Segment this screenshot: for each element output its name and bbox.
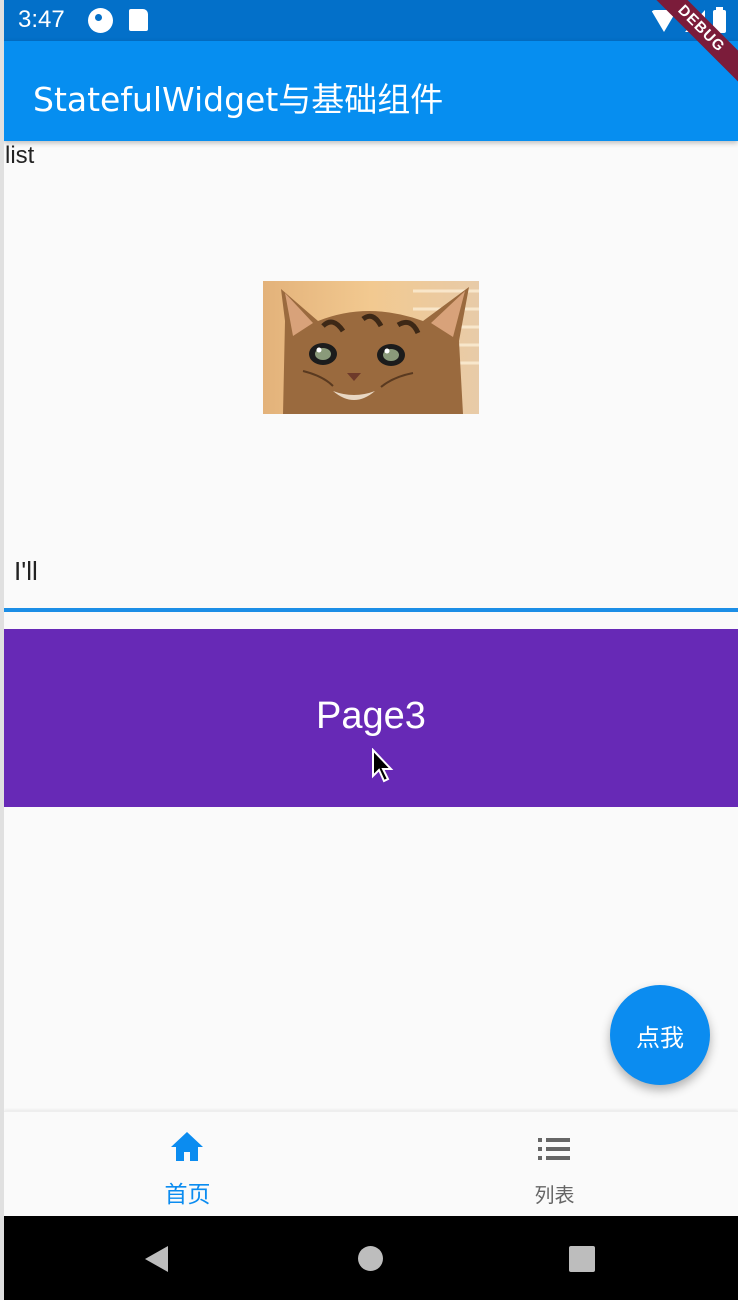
mouse-cursor-icon bbox=[372, 748, 394, 783]
bottom-navigation: 首页 列表 bbox=[4, 1111, 738, 1216]
fab-click-me-button[interactable]: 点我 bbox=[610, 985, 710, 1085]
back-icon[interactable] bbox=[145, 1246, 168, 1272]
t-icon bbox=[88, 8, 113, 33]
status-bar: 3:47 bbox=[4, 0, 738, 41]
cat-image bbox=[263, 281, 479, 414]
page-label: Page3 bbox=[316, 695, 426, 737]
home-icon bbox=[171, 1132, 203, 1161]
page-title: StatefulWidget与基础组件 bbox=[33, 80, 444, 119]
list-icon bbox=[538, 1138, 570, 1160]
status-time: 3:47 bbox=[18, 6, 65, 33]
text-input[interactable]: I'll bbox=[4, 545, 738, 612]
system-navigation-bar bbox=[4, 1216, 738, 1300]
text-input-value: I'll bbox=[14, 556, 38, 586]
tab-home-label: 首页 bbox=[164, 1182, 211, 1208]
app-bar: StatefulWidget与基础组件 bbox=[4, 41, 738, 141]
sd-card-icon bbox=[129, 9, 148, 31]
recent-apps-icon[interactable] bbox=[569, 1246, 595, 1272]
tab-list-label: 列表 bbox=[534, 1183, 575, 1207]
tab-list[interactable]: 列表 bbox=[371, 1112, 738, 1217]
list-label: list bbox=[5, 142, 35, 169]
tab-home[interactable]: 首页 bbox=[4, 1112, 371, 1217]
home-button-icon[interactable] bbox=[358, 1246, 383, 1271]
app-screen: 3:47 DEBUG StatefulWidget与基础组件 list I'll… bbox=[4, 0, 738, 1300]
